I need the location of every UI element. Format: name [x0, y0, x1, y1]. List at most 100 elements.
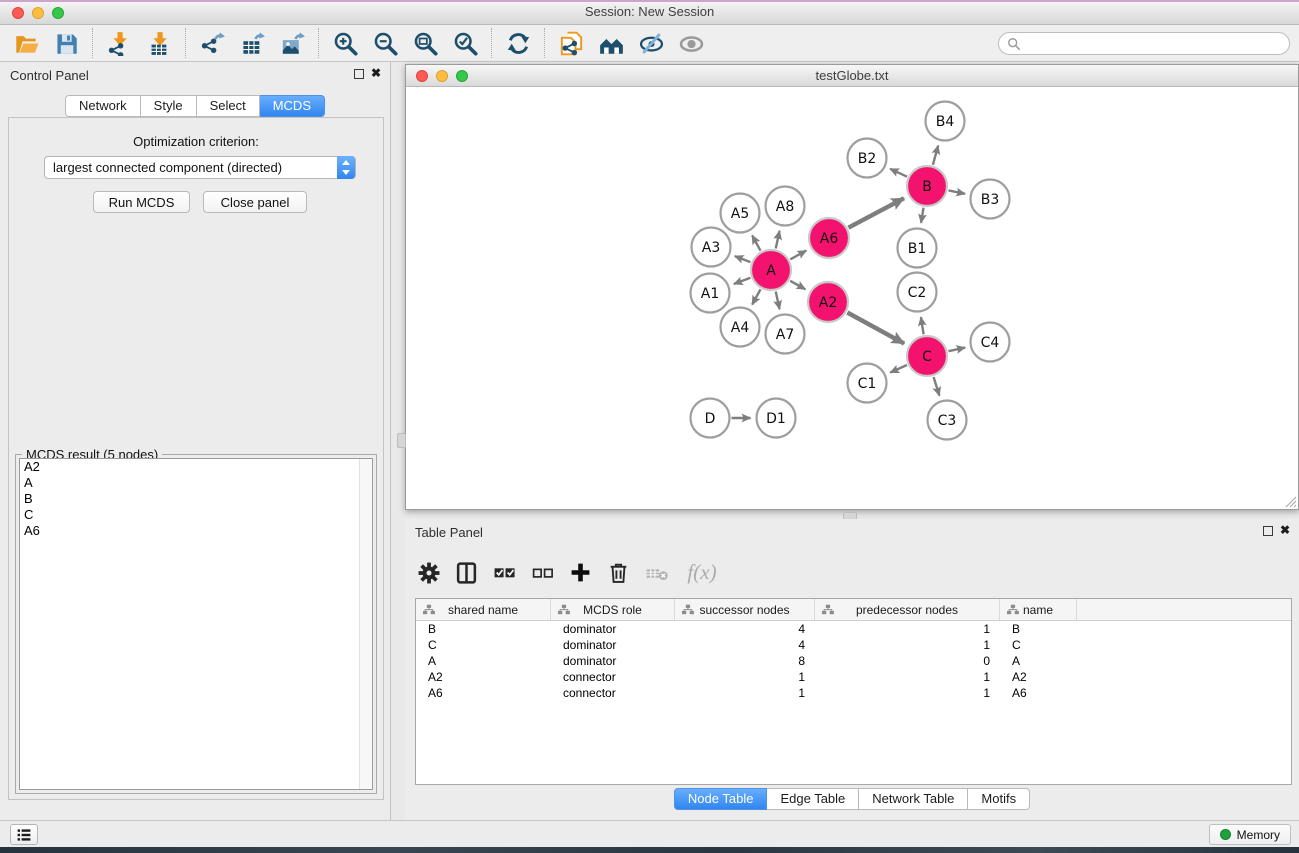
result-item[interactable]: B: [20, 491, 372, 507]
column-header-predecessor-nodes[interactable]: predecessor nodes: [815, 599, 1000, 620]
search-box[interactable]: [998, 32, 1290, 55]
table-row-A[interactable]: Adominator80A: [416, 653, 1291, 669]
table-row-A2[interactable]: A2connector11A2: [416, 669, 1291, 685]
cell[interactable]: 1: [675, 685, 815, 701]
refresh-icon[interactable]: [503, 28, 533, 58]
result-item[interactable]: C: [20, 507, 372, 523]
cell[interactable]: 0: [815, 653, 1000, 669]
delete-column-icon[interactable]: [643, 559, 669, 585]
node-A5[interactable]: A5: [721, 194, 760, 233]
window-resize-grip[interactable]: [1284, 495, 1297, 508]
cell[interactable]: A2: [416, 669, 551, 685]
column-header-shared-name[interactable]: shared name: [416, 599, 551, 620]
export-image-icon[interactable]: [277, 28, 307, 58]
cell[interactable]: A6: [416, 685, 551, 701]
result-item[interactable]: A: [20, 475, 372, 491]
tab-edge-table[interactable]: Edge Table: [767, 788, 859, 810]
node-C4[interactable]: C4: [971, 323, 1010, 362]
cell[interactable]: A: [416, 653, 551, 669]
node-A3[interactable]: A3: [692, 228, 731, 267]
network-window-titlebar[interactable]: testGlobe.txt: [406, 65, 1298, 87]
node-A8[interactable]: A8: [766, 187, 805, 226]
hide-selected-icon[interactable]: [636, 28, 666, 58]
cell[interactable]: 1: [675, 669, 815, 685]
tab-network[interactable]: Network: [65, 95, 141, 117]
node-C[interactable]: C: [907, 336, 947, 376]
column-header-MCDS-role[interactable]: MCDS role: [551, 599, 675, 620]
network-canvas[interactable]: B4B2BB3A8A5A6A3B1AA1C2A2A4A7C4CC1DD1C3: [406, 87, 1298, 509]
import-table-icon[interactable]: [144, 28, 174, 58]
cell[interactable]: 4: [675, 621, 815, 637]
close-panel-button[interactable]: Close panel: [203, 191, 307, 213]
cell[interactable]: dominator: [551, 621, 675, 637]
table-row-C[interactable]: Cdominator41C: [416, 637, 1291, 653]
tab-network-table[interactable]: Network Table: [859, 788, 968, 810]
node-B1[interactable]: B1: [898, 229, 937, 268]
node-B3[interactable]: B3: [971, 180, 1010, 219]
run-mcds-button[interactable]: Run MCDS: [93, 191, 190, 213]
result-item[interactable]: A6: [20, 523, 372, 539]
cell[interactable]: A: [1000, 653, 1077, 669]
mcds-result-list[interactable]: A2ABCA6: [19, 458, 373, 790]
column-header-name[interactable]: name: [1000, 599, 1077, 620]
import-network-icon[interactable]: [104, 28, 134, 58]
result-item[interactable]: A2: [20, 459, 372, 475]
cell[interactable]: 1: [815, 621, 1000, 637]
node-C1[interactable]: C1: [848, 364, 887, 403]
cell[interactable]: A6: [1000, 685, 1077, 701]
save-session-icon[interactable]: [51, 28, 81, 58]
export-table-icon[interactable]: [237, 28, 267, 58]
node-D[interactable]: D: [691, 399, 730, 438]
table-row-A6[interactable]: A6connector11A6: [416, 685, 1291, 701]
float-panel-icon[interactable]: [354, 69, 364, 79]
show-all-icon[interactable]: [676, 28, 706, 58]
float-table-panel-icon[interactable]: [1263, 526, 1273, 536]
cell[interactable]: connector: [551, 669, 675, 685]
criterion-dropdown[interactable]: largest connected component (directed): [44, 156, 356, 179]
tab-motifs[interactable]: Motifs: [968, 788, 1030, 810]
cell[interactable]: 4: [675, 637, 815, 653]
choose-columns-icon[interactable]: [453, 559, 479, 585]
tab-mcds[interactable]: MCDS: [260, 95, 325, 117]
cell[interactable]: 8: [675, 653, 815, 669]
cell[interactable]: dominator: [551, 653, 675, 669]
node-C3[interactable]: C3: [928, 401, 967, 440]
new-network-from-selection-icon[interactable]: [556, 28, 586, 58]
cell[interactable]: connector: [551, 685, 675, 701]
add-entry-icon[interactable]: [567, 559, 593, 585]
result-scrollbar[interactable]: [359, 459, 372, 789]
task-history-button[interactable]: [10, 824, 38, 845]
node-A4[interactable]: A4: [721, 308, 760, 347]
cell[interactable]: B: [416, 621, 551, 637]
tab-style[interactable]: Style: [141, 95, 197, 117]
table-settings-icon[interactable]: [415, 559, 441, 585]
cell[interactable]: 1: [815, 685, 1000, 701]
cell[interactable]: A2: [1000, 669, 1077, 685]
node-A2[interactable]: A2: [808, 282, 848, 322]
apply-function-icon[interactable]: f(x): [681, 559, 723, 585]
clear-selection-icon[interactable]: [529, 559, 555, 585]
close-panel-icon[interactable]: ✖: [371, 66, 381, 80]
tab-select[interactable]: Select: [197, 95, 260, 117]
cell[interactable]: 1: [815, 637, 1000, 653]
delete-entry-icon[interactable]: [605, 559, 631, 585]
search-input[interactable]: [1021, 37, 1289, 51]
cell[interactable]: dominator: [551, 637, 675, 653]
cell[interactable]: B: [1000, 621, 1077, 637]
select-all-icon[interactable]: [491, 559, 517, 585]
split-handle-vertical[interactable]: [397, 433, 406, 448]
table-row-B[interactable]: Bdominator41B: [416, 621, 1291, 637]
column-header-successor-nodes[interactable]: successor nodes: [675, 599, 815, 620]
node-B[interactable]: B: [907, 166, 947, 206]
cell[interactable]: C: [1000, 637, 1077, 653]
node-B4[interactable]: B4: [926, 102, 965, 141]
export-network-icon[interactable]: [197, 28, 227, 58]
node-A6[interactable]: A6: [809, 218, 849, 258]
zoom-fit-icon[interactable]: [410, 28, 440, 58]
zoom-selected-icon[interactable]: [450, 28, 480, 58]
node-B2[interactable]: B2: [848, 139, 887, 178]
zoom-out-icon[interactable]: [370, 28, 400, 58]
open-session-icon[interactable]: [11, 28, 41, 58]
cell[interactable]: 1: [815, 669, 1000, 685]
node-D1[interactable]: D1: [757, 399, 796, 438]
